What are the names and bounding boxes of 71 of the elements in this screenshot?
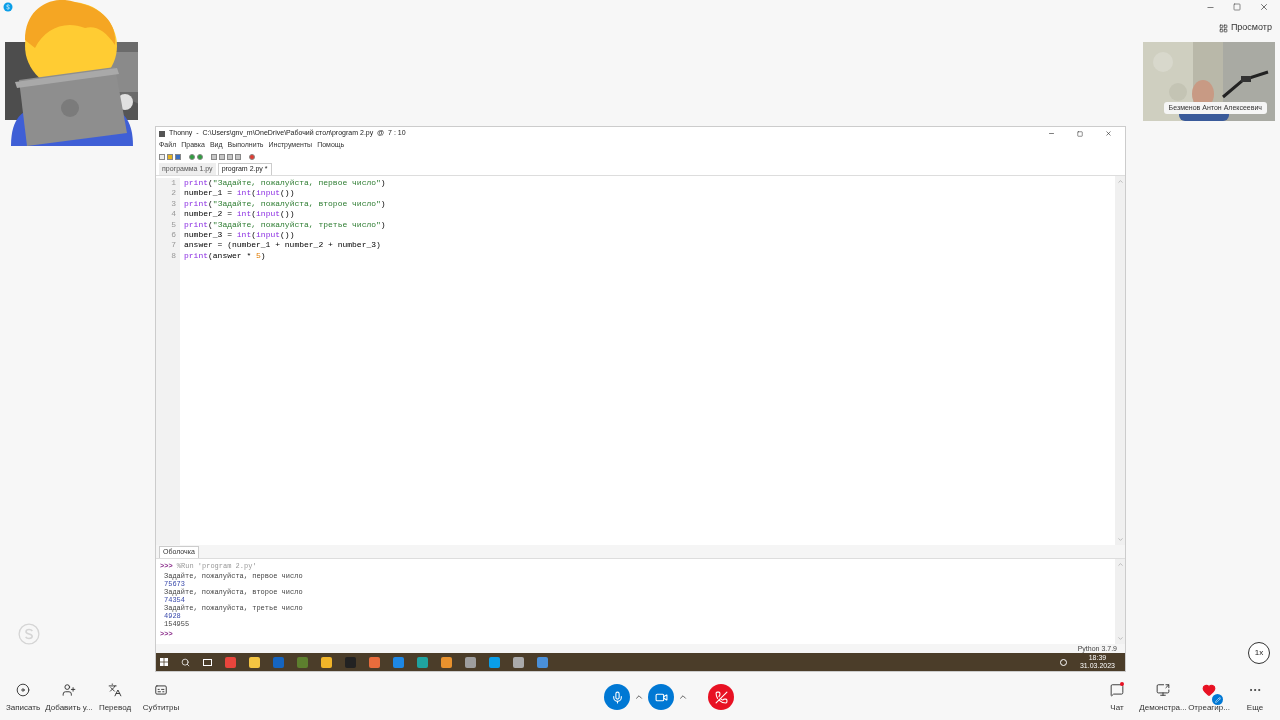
caret-icon[interactable] [678, 692, 688, 702]
line-number: 6 [156, 230, 180, 241]
chat-icon [1110, 683, 1124, 697]
code-line: number_2 = int(input()) [183, 209, 295, 220]
line-number: 8 [156, 250, 180, 262]
app-tile-icon[interactable] [369, 656, 380, 668]
code-line: number_1 = int(input()) [183, 188, 295, 199]
app-tile-icon[interactable] [537, 656, 548, 668]
app-tile-icon[interactable] [441, 656, 452, 668]
code-line: print("Задайте, пожалуйста, третье число") [183, 219, 386, 231]
grid-icon [1218, 23, 1228, 33]
debug-icon[interactable] [197, 154, 203, 160]
app-tile-icon[interactable] [345, 656, 356, 668]
maximize-icon[interactable] [1233, 3, 1241, 11]
share-screen-icon [1156, 683, 1170, 697]
heart-icon [1202, 683, 1216, 697]
windows-icon[interactable] [160, 658, 168, 666]
speed-button[interactable]: 1x [1248, 642, 1270, 664]
app-tile-icon[interactable] [321, 656, 332, 668]
toolbar-button[interactable]: Демонстра... [1140, 674, 1186, 714]
end-call-button[interactable] [708, 684, 734, 710]
line-number: 7 [156, 240, 180, 251]
close-icon[interactable] [1259, 2, 1269, 12]
toolbar-button[interactable]: Чат [1094, 674, 1140, 714]
toolbar-button[interactable]: Еще [1232, 674, 1278, 714]
toolbar-button[interactable]: Добавить у... [46, 674, 92, 714]
code-line: number_3 = int(input()) [183, 230, 295, 241]
code-line: print(answer * 5) [183, 250, 266, 262]
record-icon [16, 683, 30, 697]
microphone-icon [610, 690, 624, 704]
app-tile-icon[interactable] [465, 656, 476, 668]
app-tile-icon[interactable] [417, 656, 428, 668]
folder-icon[interactable] [167, 154, 173, 160]
code-line: answer = (number_1 + number_2 + number_3) [183, 240, 381, 251]
translate-icon [108, 683, 122, 697]
search-icon[interactable] [181, 657, 190, 667]
line-number: 1 [156, 178, 180, 189]
maximize-icon[interactable] [1077, 130, 1083, 137]
app-tile-icon[interactable] [273, 656, 284, 668]
add-person-icon [62, 683, 76, 697]
pencil-badge [1212, 694, 1223, 705]
task-view-icon[interactable] [203, 658, 212, 666]
caret-icon[interactable] [634, 692, 644, 702]
app-icon [159, 130, 165, 137]
toolbar-button[interactable]: Записать [0, 674, 46, 714]
app-tile-icon[interactable] [489, 656, 500, 668]
code-line: print("Задайте, пожалуйста, первое число") [183, 178, 386, 189]
stop-icon[interactable] [249, 154, 255, 160]
app-tile-icon[interactable] [297, 656, 308, 668]
microphone-button[interactable] [604, 684, 630, 710]
toolbar-button[interactable]: Отреагир... [1186, 674, 1232, 714]
toolbar-button[interactable]: Субтитры [138, 674, 184, 714]
line-number: 3 [156, 198, 180, 210]
app-tile-icon[interactable] [225, 656, 236, 668]
code-line: print("Задайте, пожалуйста, второе число") [183, 198, 386, 210]
line-number: 4 [156, 209, 180, 220]
toolbar-button[interactable]: Перевод [92, 674, 138, 714]
minimize-icon[interactable] [1048, 130, 1055, 137]
skype-logo-icon [18, 623, 40, 645]
camera-button[interactable] [648, 684, 674, 710]
run-icon[interactable] [189, 154, 195, 160]
captions-icon [154, 683, 168, 697]
close-icon[interactable] [1105, 130, 1112, 137]
line-number: 2 [156, 188, 180, 199]
app-tile-icon[interactable] [393, 656, 404, 668]
app-tile-icon[interactable] [249, 656, 260, 668]
hang-up-icon [714, 690, 728, 704]
line-number: 5 [156, 219, 180, 231]
app-tile-icon[interactable] [513, 656, 524, 668]
file-icon[interactable] [159, 154, 165, 160]
view-button[interactable]: Просмотр [1218, 21, 1275, 35]
